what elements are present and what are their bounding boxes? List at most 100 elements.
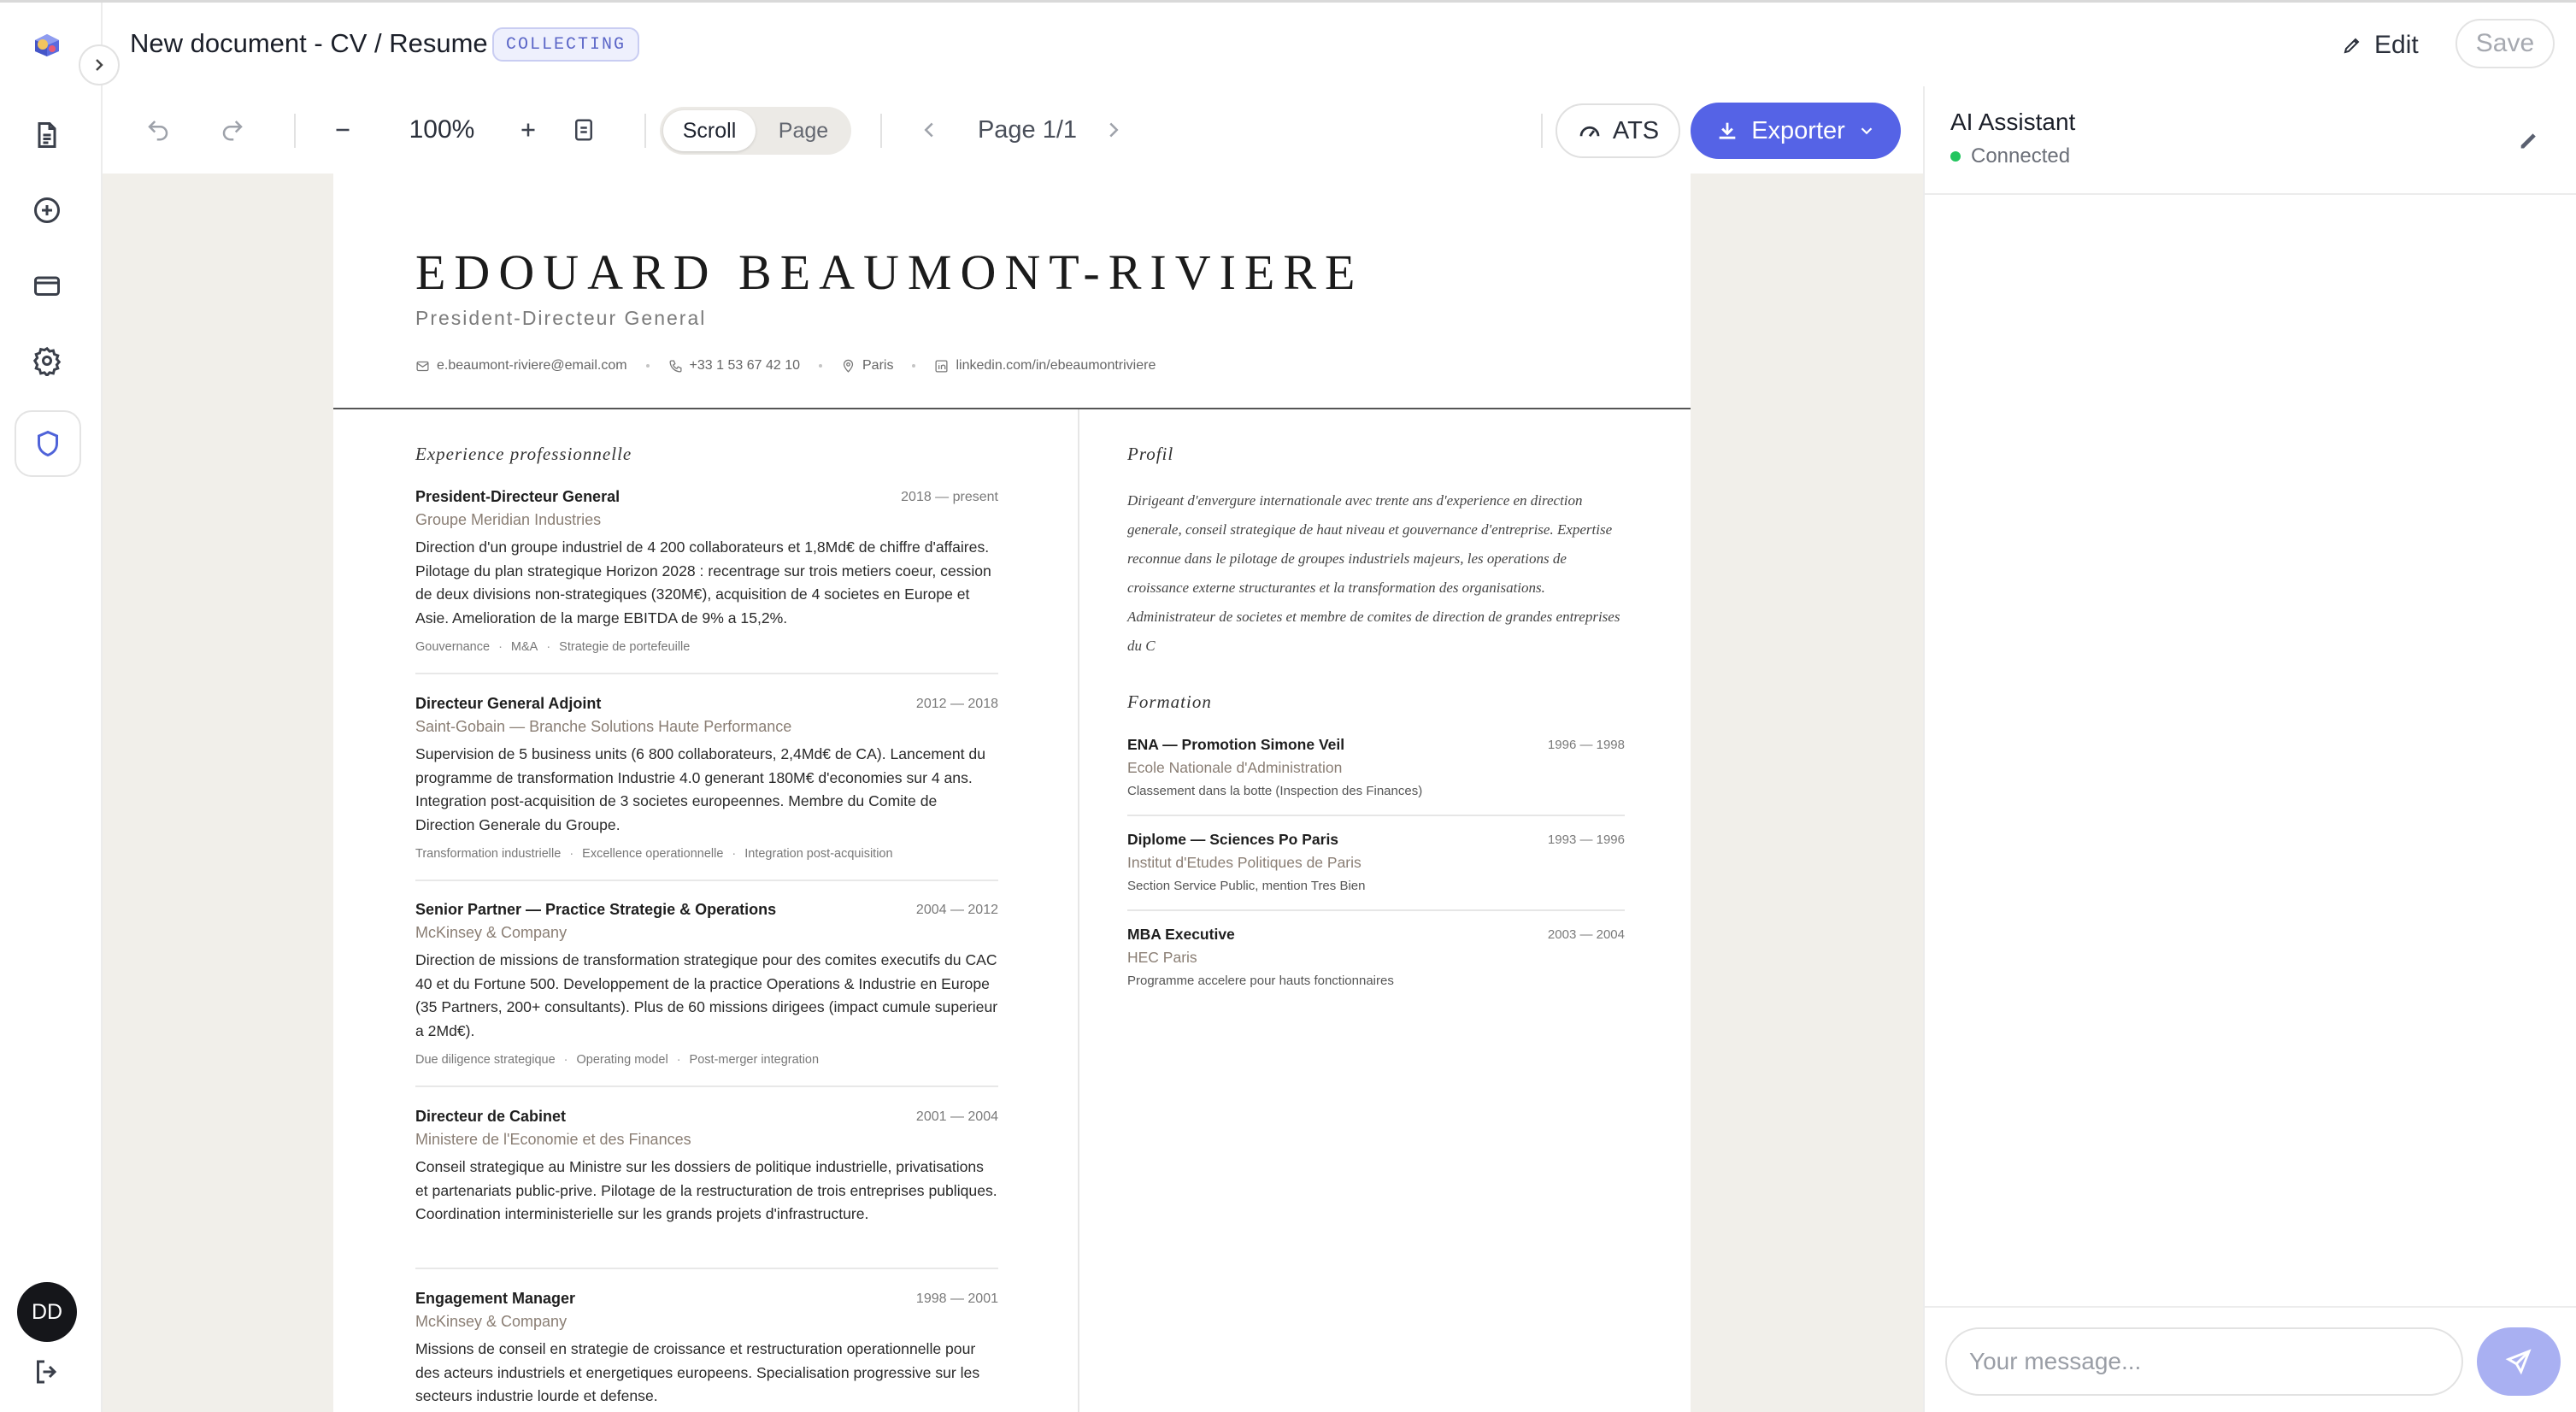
top-header: New document - CV / Resume COLLECTING Ed… — [103, 3, 2576, 88]
experience-description: Missions de conseil en strategie de croi… — [415, 1340, 980, 1404]
plus-circle-icon[interactable] — [26, 189, 68, 232]
experience-org: Ministere de l'Economie et des Finances — [415, 1131, 691, 1148]
page-indicator: Page 1/1 — [977, 116, 1078, 144]
separator-dot — [819, 364, 822, 368]
experience-tags: Transformation industrielle Excellence o… — [415, 847, 893, 861]
view-mode-scroll[interactable]: Scroll — [663, 110, 756, 151]
pencil-icon — [2344, 38, 2360, 54]
message-input[interactable] — [1945, 1327, 2463, 1396]
entry-divider — [1127, 909, 1625, 911]
left-sidebar: DD — [0, 3, 103, 1412]
send-button[interactable] — [2477, 1327, 2561, 1396]
experience-tag: Due diligence strategique — [415, 1053, 556, 1067]
ats-button-label: ATS — [1612, 116, 1660, 144]
download-icon — [1719, 122, 1736, 139]
plus-icon — [521, 123, 535, 137]
entry-divider — [415, 673, 998, 674]
contact-phone: +33 1 53 67 42 10 — [668, 358, 800, 374]
separator-dot — [645, 364, 650, 368]
view-mode-page[interactable]: Page — [759, 110, 848, 151]
separator-dot — [912, 364, 916, 368]
save-button[interactable]: Save — [2455, 19, 2555, 68]
editor-toolbar: 100% Scroll Page Page 1/1 ATS Exporter — [103, 86, 1923, 175]
fit-page-button[interactable] — [562, 86, 605, 174]
resume-job-title: President-Directeur General — [415, 307, 707, 329]
experience-title: Directeur General Adjoint — [415, 695, 602, 712]
sidebar-toggle-button[interactable] — [79, 44, 120, 85]
experience-tag: M&A — [498, 640, 538, 654]
gauge-icon — [1579, 126, 1600, 138]
previous-page-button[interactable] — [908, 86, 950, 174]
education-school: HEC Paris — [1127, 949, 1197, 966]
zoom-in-button[interactable] — [507, 86, 550, 174]
redo-icon — [222, 121, 243, 141]
mail-icon — [416, 361, 429, 371]
education-dates: 2003 — 2004 — [1547, 927, 1625, 942]
next-page-button[interactable] — [1092, 86, 1135, 174]
education-school: Ecole Nationale d'Administration — [1127, 759, 1343, 776]
avatar[interactable]: DD — [17, 1282, 77, 1342]
edit-button[interactable]: Edit — [2342, 26, 2419, 65]
experience-title: Directeur de Cabinet — [415, 1108, 567, 1125]
export-button-label: Exporter — [1751, 116, 1845, 144]
credit-card-icon[interactable] — [26, 264, 68, 307]
logout-icon[interactable] — [26, 1350, 68, 1393]
experience-title: Senior Partner — Practice Strategie & Op… — [415, 901, 777, 918]
contact-email: e.beaumont-riviere@email.com — [415, 358, 627, 374]
experience-tags: Due diligence strategique Operating mode… — [415, 1053, 819, 1067]
status-badge: COLLECTING — [492, 27, 640, 62]
experience-dates: 1998 — 2001 — [915, 1291, 998, 1306]
contact-row: e.beaumont-riviere@email.com +33 1 53 67… — [415, 358, 1156, 374]
experience-dates: 2018 — present — [901, 490, 998, 504]
toolbar-divider — [644, 114, 646, 148]
education-heading: Formation — [1127, 691, 1212, 712]
contact-linkedin-text: linkedin.com/in/ebeaumontriviere — [956, 358, 1156, 373]
assistant-status: Connected — [1950, 144, 2070, 168]
export-button[interactable]: Exporter — [1691, 103, 1901, 159]
document-canvas[interactable]: EDOUARD BEAUMONT-RIVIERE President-Direc… — [103, 174, 1923, 1412]
experience-description: Direction de missions de transformation … — [415, 951, 998, 1039]
experience-tag: Post-merger integration — [677, 1053, 820, 1067]
experience-description: Direction d'un groupe industriel de 4 20… — [415, 538, 991, 627]
toolbar-divider — [1541, 114, 1543, 148]
location-pin-icon — [843, 359, 854, 373]
education-title: MBA Executive — [1127, 926, 1235, 943]
resume-page: EDOUARD BEAUMONT-RIVIERE President-Direc… — [333, 174, 1691, 1412]
entry-divider — [415, 1268, 998, 1269]
entry-divider — [1127, 815, 1625, 816]
edit-button-label: Edit — [2374, 31, 2419, 59]
ai-assistant-panel: AI Assistant Connected — [1923, 86, 2576, 1412]
ats-button[interactable]: ATS — [1556, 103, 1680, 158]
chevron-down-icon — [1861, 127, 1873, 135]
experience-description: Supervision de 5 business units (6 800 c… — [415, 745, 985, 833]
shield-icon[interactable] — [15, 410, 81, 477]
chevron-left-icon — [924, 122, 933, 138]
education-title: ENA — Promotion Simone Veil — [1127, 736, 1345, 753]
send-icon — [2505, 1349, 2532, 1375]
redo-button[interactable] — [211, 86, 254, 174]
assistant-input-divider — [1925, 1306, 2576, 1308]
undo-button[interactable] — [137, 86, 179, 174]
gear-icon[interactable] — [26, 339, 68, 382]
toolbar-divider — [880, 114, 882, 148]
experience-title: Engagement Manager — [415, 1290, 576, 1307]
assistant-title: AI Assistant — [1950, 109, 2076, 135]
header-rule — [333, 408, 1691, 409]
entry-divider — [415, 1085, 998, 1087]
profile-heading: Profil — [1127, 444, 1174, 464]
eraser-icon[interactable] — [2516, 129, 2538, 151]
experience-tag: Excellence operationnelle — [569, 847, 723, 861]
experience-tag: Gouvernance — [415, 640, 491, 654]
app-logo-icon[interactable] — [32, 32, 62, 58]
document-icon[interactable] — [26, 114, 68, 156]
education-dates: 1993 — 1996 — [1547, 832, 1625, 847]
experience-dates: 2012 — 2018 — [915, 697, 998, 711]
avatar-initials: DD — [31, 1299, 63, 1324]
zoom-out-button[interactable] — [321, 86, 364, 174]
experience-org: McKinsey & Company — [415, 924, 568, 941]
linkedin-icon — [935, 359, 948, 373]
online-status-dot — [1950, 151, 1961, 162]
education-note: Programme accelere pour hauts fonctionna… — [1127, 974, 1394, 988]
profile-text: Dirigeant d'envergure internationale ave… — [1127, 492, 1620, 654]
experience-tag: Integration post-acquisition — [732, 847, 892, 861]
